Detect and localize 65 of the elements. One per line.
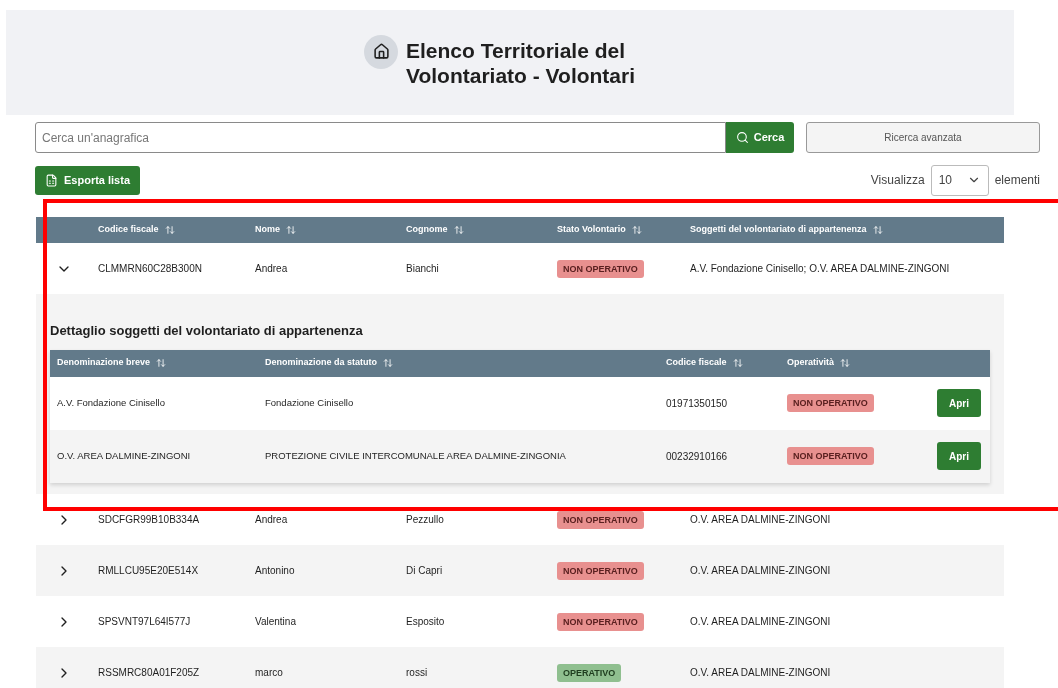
- page-size-label: Visualizza: [870, 172, 925, 189]
- table-cell-text: Pezzullo: [406, 513, 445, 527]
- table-cell-text: Antonino: [255, 564, 296, 578]
- column-header: Denominazione da statuto: [265, 356, 377, 370]
- table-cell-text: Andrea: [255, 262, 289, 276]
- table-cell-text: Fondazione Cinisello: [265, 395, 355, 410]
- table-cell-text: A.V. Fondazione Cinisello: [57, 395, 166, 410]
- table-cell-text: O.V. AREA DALMINE-ZINGONI: [57, 448, 192, 463]
- page-size-select[interactable]: 10: [930, 164, 989, 196]
- table-cell-text: Andrea: [255, 513, 289, 527]
- spreadsheet-icon: [45, 173, 58, 187]
- table-cell-text: O.V. AREA DALMINE-ZINGONI: [690, 513, 832, 527]
- column-header: Cognome: [406, 223, 448, 237]
- open-button[interactable]: Apri: [937, 389, 981, 417]
- column-header: Stato Volontario: [557, 223, 626, 237]
- status-badge: NON OPERATIVO: [787, 447, 874, 465]
- column-header: Denominazione breve: [57, 356, 151, 370]
- status-badge: NON OPERATIVO: [787, 394, 874, 412]
- sort-icon[interactable]: [732, 358, 743, 368]
- table-cell-text: rossi: [406, 666, 429, 680]
- advanced-search-button[interactable]: Ricerca avanzata: [806, 122, 1040, 153]
- export-button[interactable]: Esporta lista: [35, 165, 141, 195]
- table-cell-text: O.V. AREA DALMINE-ZINGONI: [690, 564, 832, 578]
- page-title: Elenco Territoriale del Volontariato - Volontari: [406, 37, 637, 88]
- table-cell-text: Valentina: [255, 615, 297, 629]
- sort-icon[interactable]: [453, 225, 464, 235]
- search-input[interactable]: Cerca un'anagrafica: [42, 128, 719, 147]
- detail-title: Dettaglio soggetti del volontariato di appartenenza: [50, 322, 364, 340]
- status-badge: OPERATIVO: [557, 663, 622, 682]
- table-cell-text: 00232910166: [666, 449, 729, 464]
- status-badge: NON OPERATIVO: [557, 612, 644, 631]
- table-cell-text: 01971350150: [666, 396, 729, 411]
- table-cell-text: A.V. Fondazione Cinisello; O.V. AREA DALMINE-ZINGONI: [690, 262, 951, 276]
- column-header: Codice fiscale: [98, 223, 159, 237]
- page-size-suffix: elementi: [994, 172, 1040, 189]
- home-icon: [364, 34, 398, 69]
- table-cell-text: O.V. AREA DALMINE-ZINGONI: [690, 615, 832, 629]
- sort-icon[interactable]: [383, 358, 393, 368]
- table-cell-text: CLMMRN60C28B300N: [98, 262, 203, 276]
- table-cell-text: Esposito: [406, 615, 446, 629]
- sort-icon[interactable]: [286, 225, 296, 235]
- column-header: Soggetti del volontariato di appartenenza: [690, 223, 867, 237]
- column-header: Operatività: [787, 356, 835, 370]
- status-badge: NON OPERATIVO: [557, 259, 644, 278]
- sort-icon[interactable]: [840, 358, 851, 368]
- table-cell-text: PROTEZIONE CIVILE INTERCOMUNALE AREA DALMINE-ZINGONIA: [265, 448, 567, 463]
- sort-icon[interactable]: [156, 358, 167, 368]
- sort-icon[interactable]: [164, 225, 175, 235]
- search-button[interactable]: Cerca: [726, 122, 794, 153]
- table-cell-text: marco: [255, 666, 284, 680]
- table-cell-text: Bianchi: [406, 262, 440, 276]
- sort-icon[interactable]: [631, 225, 642, 235]
- sort-icon[interactable]: [872, 225, 883, 235]
- column-header: Codice fiscale: [666, 356, 727, 370]
- table-cell-text: SDCFGR99B10B334A: [98, 513, 201, 527]
- table-cell-text: SPSVNT97L64I577J: [98, 615, 192, 629]
- table-cell-text: RSSMRC80A01F205Z: [98, 666, 201, 680]
- search-field[interactable]: Cerca un'anagrafica: [35, 122, 726, 153]
- table-cell-text: RMLLCU95E20E514X: [98, 564, 200, 578]
- open-button[interactable]: Apri: [937, 442, 981, 470]
- status-badge: NON OPERATIVO: [557, 561, 644, 580]
- table-cell-text: Di Capri: [406, 564, 444, 578]
- table-cell-text: O.V. AREA DALMINE-ZINGONI: [690, 666, 832, 680]
- column-header: Nome: [255, 223, 280, 237]
- search-icon: [735, 131, 749, 144]
